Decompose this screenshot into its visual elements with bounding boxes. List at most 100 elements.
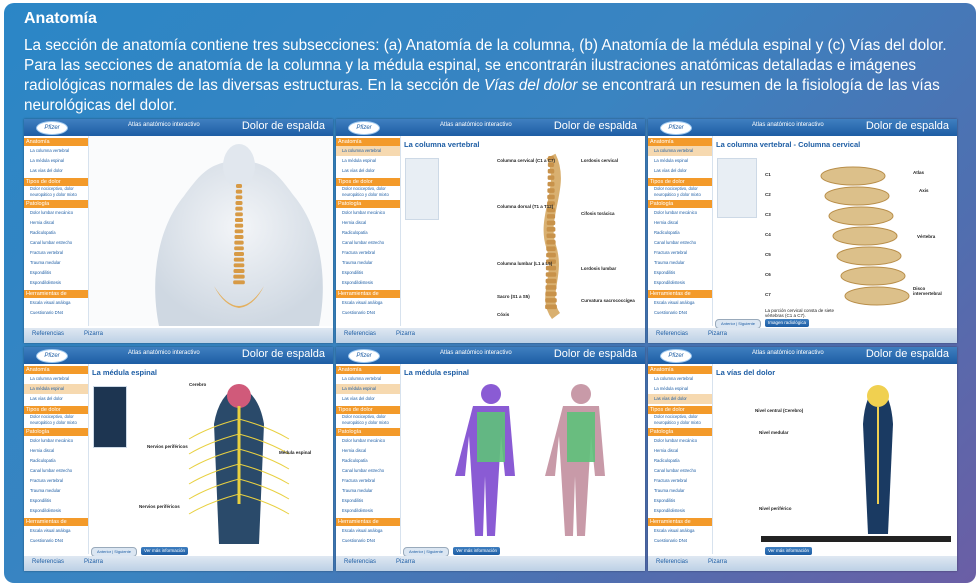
sidebar-item-columna[interactable]: La columna vertebral	[648, 146, 712, 156]
sidebar-item-medula[interactable]: La médula espinal	[648, 156, 712, 166]
sidebar-item-hernia[interactable]: Hernia discal	[336, 446, 400, 456]
sidebar-item-columna[interactable]: La columna vertebral	[336, 146, 400, 156]
tab-pizarra[interactable]: Pizarra	[84, 559, 103, 565]
sidebar-item-canal[interactable]: Canal lumbar estrecho	[336, 466, 400, 476]
radiology-image-button[interactable]: Imagen radiológica	[765, 319, 810, 327]
sidebar-item-radic[interactable]: Radiculopatía	[336, 228, 400, 238]
sidebar-item-radic[interactable]: Radiculopatía	[648, 456, 712, 466]
sidebar-item-medula[interactable]: La médula espinal	[336, 384, 400, 394]
sidebar-item-fractura[interactable]: Fractura vertebral	[24, 248, 88, 258]
sidebar-item-espondilolistesis[interactable]: Espondilolistesis	[336, 506, 400, 516]
more-info-button[interactable]: Ver más información	[453, 547, 501, 555]
video-progress-bar[interactable]	[761, 536, 951, 542]
sidebar-item-columna[interactable]: La columna vertebral	[24, 146, 88, 156]
sidebar-item-nocic[interactable]: Dolor nociceptivo, dolor neuropático y d…	[24, 414, 88, 426]
tab-referencias[interactable]: Referencias	[32, 331, 64, 337]
sidebar-item-canal[interactable]: Canal lumbar estrecho	[24, 238, 88, 248]
sidebar-item-vias[interactable]: Las vías del dolor	[648, 166, 712, 176]
sidebar-item-espondilitis[interactable]: Espondilitis	[24, 496, 88, 506]
sidebar-item-columna[interactable]: La columna vertebral	[24, 374, 88, 384]
tab-referencias[interactable]: Referencias	[656, 331, 688, 337]
sidebar-item-hernia[interactable]: Hernia discal	[648, 446, 712, 456]
sidebar-item-lumbar[interactable]: Dolor lumbar mecánico	[24, 208, 88, 218]
sidebar-item-escala[interactable]: Escala visual análoga	[24, 298, 88, 308]
sidebar-item-dn4[interactable]: Cuestionario DN4	[336, 308, 400, 318]
sidebar-item-radic[interactable]: Radiculopatía	[648, 228, 712, 238]
sidebar-item-trauma[interactable]: Trauma medular	[336, 486, 400, 496]
sidebar-item-hernia[interactable]: Hernia discal	[24, 218, 88, 228]
sidebar-item-medula[interactable]: La médula espinal	[336, 156, 400, 166]
tab-referencias[interactable]: Referencias	[32, 559, 64, 565]
sidebar-item-escala[interactable]: Escala visual análoga	[336, 526, 400, 536]
sidebar-item-dn4[interactable]: Cuestionario DN4	[648, 308, 712, 318]
sidebar-item-trauma[interactable]: Trauma medular	[24, 258, 88, 268]
sidebar-item-canal[interactable]: Canal lumbar estrecho	[648, 466, 712, 476]
tab-referencias[interactable]: Referencias	[656, 559, 688, 565]
sidebar-item-nocic[interactable]: Dolor nociceptivo, dolor neuropático y d…	[336, 414, 400, 426]
nav-next[interactable]: Siguiente	[426, 549, 443, 554]
sidebar-item-espondilitis[interactable]: Espondilitis	[336, 496, 400, 506]
sidebar-item-lumbar[interactable]: Dolor lumbar mecánico	[648, 436, 712, 446]
sidebar-item-fractura[interactable]: Fractura vertebral	[336, 476, 400, 486]
sidebar-item-fractura[interactable]: Fractura vertebral	[336, 248, 400, 258]
sidebar-item-dn4[interactable]: Cuestionario DN4	[24, 308, 88, 318]
sidebar-item-vias[interactable]: Las vías del dolor	[648, 394, 712, 404]
sidebar-item-vias[interactable]: Las vías del dolor	[24, 394, 88, 404]
sidebar-item-columna[interactable]: La columna vertebral	[336, 374, 400, 384]
sidebar-item-lumbar[interactable]: Dolor lumbar mecánico	[648, 208, 712, 218]
sidebar-item-escala[interactable]: Escala visual análoga	[336, 298, 400, 308]
sidebar-item-fractura[interactable]: Fractura vertebral	[648, 476, 712, 486]
sidebar-item-vias[interactable]: Las vías del dolor	[336, 166, 400, 176]
sidebar-item-hernia[interactable]: Hernia discal	[648, 218, 712, 228]
nav-prev[interactable]: Anterior	[721, 321, 735, 326]
sidebar-item-canal[interactable]: Canal lumbar estrecho	[336, 238, 400, 248]
sidebar-item-escala[interactable]: Escala visual análoga	[24, 526, 88, 536]
sidebar-item-lumbar[interactable]: Dolor lumbar mecánico	[336, 208, 400, 218]
sidebar-item-dn4[interactable]: Cuestionario DN4	[24, 536, 88, 546]
sidebar-item-lumbar[interactable]: Dolor lumbar mecánico	[24, 436, 88, 446]
sidebar-item-dn4[interactable]: Cuestionario DN4	[648, 536, 712, 546]
sidebar-item-medula[interactable]: La médula espinal	[648, 384, 712, 394]
sidebar-item-lumbar[interactable]: Dolor lumbar mecánico	[336, 436, 400, 446]
sidebar-item-trauma[interactable]: Trauma medular	[648, 486, 712, 496]
sidebar-item-trauma[interactable]: Trauma medular	[336, 258, 400, 268]
tab-pizarra[interactable]: Pizarra	[396, 331, 415, 337]
sidebar-item-medula[interactable]: La médula espinal	[24, 156, 88, 166]
sidebar-item-radic[interactable]: Radiculopatía	[336, 456, 400, 466]
sidebar-item-escala[interactable]: Escala visual análoga	[648, 526, 712, 536]
sidebar-item-nocic[interactable]: Dolor nociceptivo, dolor neuropático y d…	[24, 186, 88, 198]
sidebar-item-canal[interactable]: Canal lumbar estrecho	[24, 466, 88, 476]
tab-pizarra[interactable]: Pizarra	[84, 331, 103, 337]
sidebar-item-espondilolistesis[interactable]: Espondilolistesis	[24, 506, 88, 516]
sidebar-item-espondilitis[interactable]: Espondilitis	[24, 268, 88, 278]
sidebar-item-espondilolistesis[interactable]: Espondilolistesis	[648, 278, 712, 288]
sidebar-item-fractura[interactable]: Fractura vertebral	[648, 248, 712, 258]
sidebar-item-espondilolistesis[interactable]: Espondilolistesis	[24, 278, 88, 288]
sidebar-item-nocic[interactable]: Dolor nociceptivo, dolor neuropático y d…	[648, 186, 712, 198]
more-info-button[interactable]: Ver más información	[765, 547, 813, 555]
sidebar-item-espondilolistesis[interactable]: Espondilolistesis	[648, 506, 712, 516]
sidebar-item-canal[interactable]: Canal lumbar estrecho	[648, 238, 712, 248]
sidebar-item-dn4[interactable]: Cuestionario DN4	[336, 536, 400, 546]
tab-pizarra[interactable]: Pizarra	[396, 559, 415, 565]
tab-referencias[interactable]: Referencias	[344, 559, 376, 565]
sidebar-item-trauma[interactable]: Trauma medular	[24, 486, 88, 496]
nav-prev[interactable]: Anterior	[409, 549, 423, 554]
sidebar-item-espondilitis[interactable]: Espondilitis	[648, 268, 712, 278]
sidebar-item-espondilitis[interactable]: Espondilitis	[648, 496, 712, 506]
nav-next[interactable]: Siguiente	[738, 321, 755, 326]
sidebar-item-fractura[interactable]: Fractura vertebral	[24, 476, 88, 486]
more-info-button[interactable]: Ver más información	[141, 547, 189, 555]
tab-pizarra[interactable]: Pizarra	[708, 559, 727, 565]
sidebar-item-vias[interactable]: Las vías del dolor	[24, 166, 88, 176]
tab-pizarra[interactable]: Pizarra	[708, 331, 727, 337]
sidebar-item-escala[interactable]: Escala visual análoga	[648, 298, 712, 308]
sidebar-item-espondilitis[interactable]: Espondilitis	[336, 268, 400, 278]
tab-referencias[interactable]: Referencias	[344, 331, 376, 337]
sidebar-item-espondilolistesis[interactable]: Espondilolistesis	[336, 278, 400, 288]
sidebar-item-radic[interactable]: Radiculopatía	[24, 228, 88, 238]
sidebar-item-trauma[interactable]: Trauma medular	[648, 258, 712, 268]
sidebar-item-radic[interactable]: Radiculopatía	[24, 456, 88, 466]
sidebar-item-medula[interactable]: La médula espinal	[24, 384, 88, 394]
sidebar-item-hernia[interactable]: Hernia discal	[24, 446, 88, 456]
